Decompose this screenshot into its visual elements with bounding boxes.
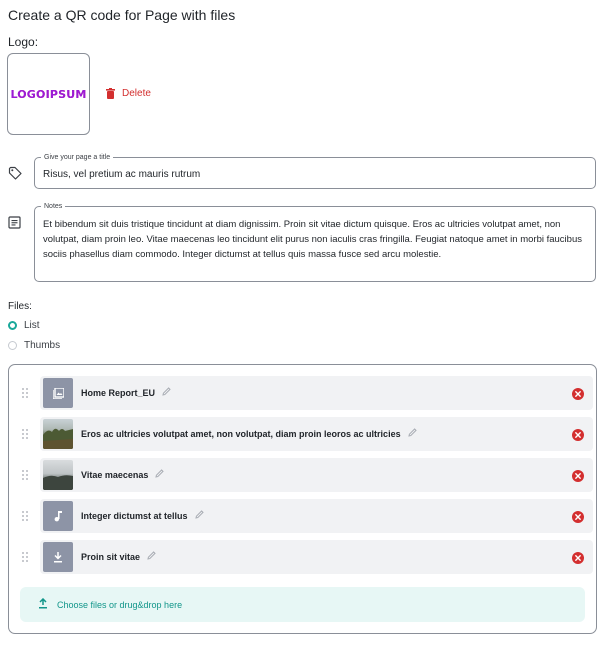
- logo-label: Logo:: [8, 35, 39, 49]
- file-name: Proin sit vitae: [81, 551, 156, 562]
- edit-pencil-icon[interactable]: [407, 428, 417, 439]
- photo-thumbnail: [43, 460, 73, 490]
- file-name-text: Home Report_EU: [81, 387, 156, 398]
- page-title-field[interactable]: Give your page a title Risus, vel pretiu…: [34, 153, 596, 189]
- notes-field-legend: Notes: [41, 202, 66, 211]
- remove-file-icon[interactable]: [572, 551, 584, 564]
- photo-thumbnail: [43, 419, 73, 449]
- page-title: Create a QR code for Page with files: [8, 7, 236, 23]
- notes-textarea-value: Et bibendum sit duis tristique tincidunt…: [43, 219, 582, 260]
- file-name-text: Eros ac ultricies volutpat amet, non vol…: [81, 428, 401, 439]
- delete-label: Delete: [122, 88, 151, 99]
- radio-list-label: List: [24, 320, 40, 331]
- file-row[interactable]: Eros ac ultricies volutpat amet, non vol…: [22, 417, 593, 451]
- trash-icon: [106, 88, 115, 99]
- radio-thumbs-indicator[interactable]: [8, 341, 17, 350]
- image-file-icon: [43, 378, 73, 408]
- files-panel: Home Report_EU Eros ac ultricies volutpa…: [8, 364, 597, 634]
- download-icon: [43, 542, 73, 572]
- delete-logo-button[interactable]: Delete: [106, 88, 151, 99]
- upload-icon: [38, 597, 48, 611]
- page-title-field-legend: Give your page a title: [41, 153, 114, 162]
- radio-list[interactable]: List: [8, 320, 40, 331]
- radio-thumbs[interactable]: Thumbs: [8, 340, 60, 351]
- file-name-text: Integer dictumst at tellus: [81, 510, 188, 521]
- file-name: Home Report_EU: [81, 387, 171, 398]
- file-name: Eros ac ultricies volutpat amet, non vol…: [81, 428, 417, 439]
- notes-field[interactable]: Notes Et bibendum sit duis tristique tin…: [34, 202, 596, 282]
- drag-handle-icon[interactable]: [22, 511, 30, 521]
- radio-list-indicator[interactable]: [8, 321, 17, 330]
- edit-pencil-icon[interactable]: [194, 510, 204, 521]
- radio-thumbs-label: Thumbs: [24, 340, 61, 351]
- file-row[interactable]: Integer dictumst at tellus: [22, 499, 593, 533]
- file-row[interactable]: Home Report_EU: [22, 376, 593, 410]
- drag-handle-icon[interactable]: [22, 429, 30, 439]
- upload-label: Choose files or drug&drop here: [57, 599, 183, 610]
- drag-handle-icon[interactable]: [22, 388, 30, 398]
- remove-file-icon[interactable]: [572, 510, 584, 523]
- edit-pencil-icon[interactable]: [155, 469, 165, 480]
- file-row[interactable]: Vitae maecenas: [22, 458, 593, 492]
- file-name: Integer dictumst at tellus: [81, 510, 204, 521]
- drag-handle-icon[interactable]: [22, 470, 30, 480]
- logo-upload-box[interactable]: LOGOIPSUM: [7, 53, 90, 135]
- edit-pencil-icon[interactable]: [162, 387, 171, 398]
- remove-file-icon[interactable]: [572, 387, 584, 400]
- page-title-input-value: Risus, vel pretium ac mauris rutrum: [43, 169, 201, 180]
- music-note-icon: [43, 501, 73, 531]
- file-name: Vitae maecenas: [81, 469, 165, 480]
- remove-file-icon[interactable]: [572, 469, 584, 482]
- file-name-text: Vitae maecenas: [81, 469, 149, 480]
- logo-image: LOGOIPSUM: [10, 87, 87, 101]
- file-row[interactable]: Proin sit vitae: [22, 540, 593, 574]
- drag-handle-icon[interactable]: [22, 552, 30, 562]
- upload-dropzone[interactable]: Choose files or drug&drop here: [20, 587, 585, 622]
- tag-icon: [8, 166, 22, 185]
- files-label: Files:: [8, 301, 32, 312]
- file-name-text: Proin sit vitae: [81, 551, 141, 562]
- edit-pencil-icon[interactable]: [147, 551, 156, 562]
- notes-icon: [8, 216, 21, 234]
- remove-file-icon[interactable]: [572, 428, 584, 441]
